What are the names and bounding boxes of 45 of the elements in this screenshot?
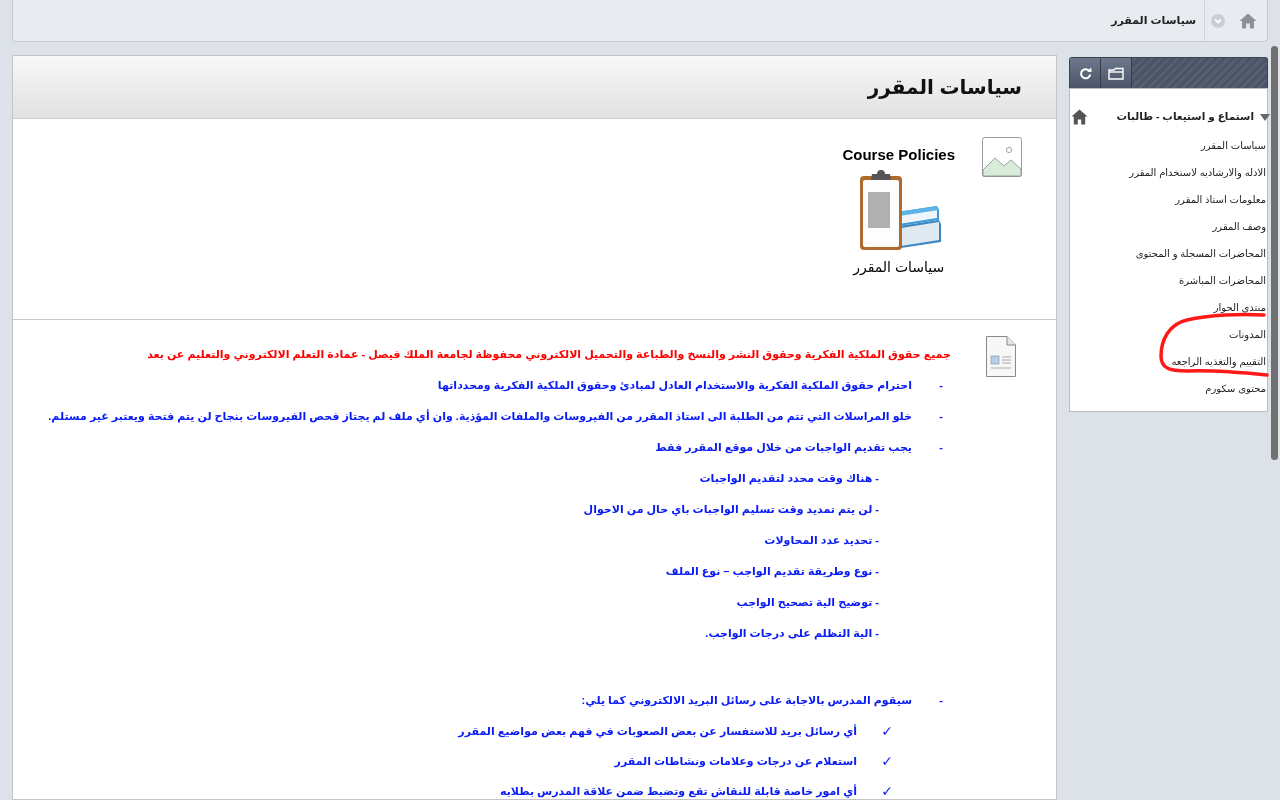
folder-icon (1108, 67, 1124, 80)
check-mark: ✓ (880, 723, 894, 739)
bullet-text: احترام حقوق الملكية الفكرية والاستخدام العادل لمبادئ وحقوق الملكية الفكرية ومحدداتها (437, 378, 912, 394)
folder-button[interactable] (1101, 58, 1132, 89)
refresh-icon (1078, 67, 1092, 80)
check-mark: ✓ (880, 753, 894, 769)
copyright-notice: جميع حقوق الملكية الفكرية وحقوق النشر والنسخ والطباعة والتحميل الالكتروني محفوظة لجامعة الملك فيصل - عمادة التعلم الالكتروني والتعليم عن بعد (146, 347, 951, 363)
expanded-triangle-icon[interactable] (1260, 113, 1270, 121)
breadcrumb-link[interactable]: سياسات المقرر (1111, 12, 1196, 29)
menu-item[interactable]: المحاضرات المسجلة و المحتوى (1070, 246, 1267, 261)
bullet-dash: - (938, 440, 944, 455)
item-heading: Course Policies (842, 146, 955, 164)
bullet-text: خلو المراسلات التي تتم من الطلبة الى استاذ المقرر من الفيروسات والملفات المؤذية. وان أي ملف لم يجتاز فحص الفيروسات بنجاح لن يتم فتحة ويعتبر غير مستلم. (48, 408, 912, 425)
list-text: - لن يتم تمديد وقت تسليم الواجبات باي حال من الاحوال (583, 502, 879, 518)
menu-item[interactable]: التقييم والتغذيه الراجعه (1070, 354, 1267, 369)
bullet-text: سيقوم المدرس بالاجابة على رسائل البريد الالكتروني كما يلي: (581, 693, 912, 709)
list-text: أي امور خاصة قابلة للنقاش تقع وتضبط ضمن علاقة المدرس بطلابه (500, 783, 857, 799)
menu-title[interactable]: استماع و استيعاب - طالبات (1088, 109, 1260, 125)
list-text: استعلام عن درجات وعلامات ونشاطات المقرر (614, 754, 857, 769)
menu-item[interactable]: المحاضرات المباشرة (1070, 273, 1267, 288)
menu-item[interactable]: الادله والارشاديه لاستخدام المقرر (1070, 165, 1267, 180)
list-text: - تحديد عدد المحاولات (764, 533, 879, 549)
item-caption: سياسات المقرر (853, 258, 945, 276)
menu-item[interactable]: محتوى سكورم (1070, 381, 1267, 396)
document-icon (986, 336, 1016, 377)
check-mark: ✓ (880, 783, 894, 799)
bullet-dash: - (938, 378, 944, 393)
bullet-dash: - (938, 409, 944, 424)
menu-item[interactable]: سياسات المقرر (1070, 138, 1267, 153)
bullet-text: يجب تقديم الواجبات من خلال موقع المقرر فقط (655, 440, 912, 456)
menu-item[interactable]: وصف المقرر (1070, 219, 1267, 234)
scrollbar-thumb[interactable] (1271, 46, 1278, 460)
refresh-button[interactable] (1070, 58, 1101, 89)
list-text: - الية التظلم على درجات الواجب. (705, 626, 879, 642)
list-text: أي رسائل بريد للاستفسار عن بعض الصعوبات في فهم بعض مواضيع المقرر (458, 723, 857, 739)
list-text: - نوع وطريقة تقديم الواجب – نوع الملف (665, 564, 879, 580)
menu-item[interactable]: المدونات (1070, 327, 1267, 342)
menu-item[interactable]: منتدى الحوار (1070, 300, 1267, 315)
list-text: - هناك وقت محدد لتقديم الواجبات (699, 471, 879, 487)
image-placeholder-icon (982, 137, 1022, 177)
page-title: سياسات المقرر (867, 75, 1022, 101)
menu-item[interactable]: معلومات استاذ المقرر (1070, 192, 1267, 207)
bullet-dash: - (938, 693, 944, 708)
home-icon[interactable] (1071, 109, 1088, 125)
list-text: - توضيح الية تصحيح الواجب (736, 595, 879, 611)
